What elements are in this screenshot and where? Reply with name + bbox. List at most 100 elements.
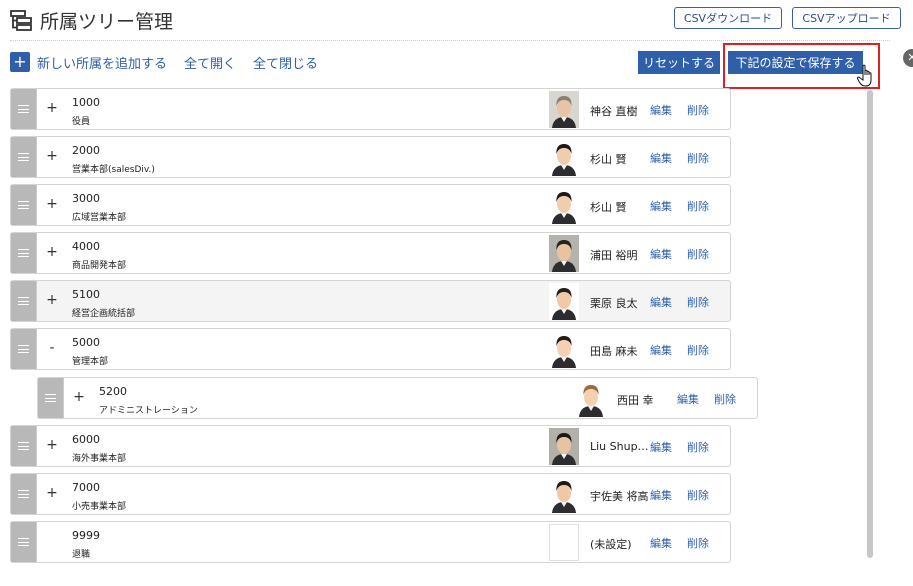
department-row[interactable]: +5100 経営企画統括部 栗原 良太 編集 削除 — [10, 280, 731, 322]
delete-link[interactable]: 削除 — [687, 198, 709, 214]
department-name: アドミニストレーション — [99, 406, 198, 416]
department-name: 小売事業本部 — [72, 502, 127, 512]
department-code: 4000 — [72, 240, 100, 253]
department-name: 役員 — [72, 117, 91, 127]
delete-link[interactable]: 削除 — [687, 487, 709, 503]
edit-link[interactable]: 編集 — [650, 342, 672, 358]
edit-link[interactable]: 編集 — [650, 246, 672, 262]
department-name: 海外事業本部 — [72, 454, 127, 464]
department-code: 7000 — [72, 481, 100, 494]
department-code: 5200 — [99, 385, 127, 398]
add-icon[interactable]: + — [10, 52, 30, 72]
department-name: 商品開発本部 — [72, 261, 127, 271]
delete-link[interactable]: 削除 — [687, 102, 709, 118]
edit-link[interactable]: 編集 — [650, 439, 672, 455]
drag-handle-icon[interactable] — [11, 137, 37, 177]
header-divider — [10, 40, 890, 41]
expand-toggle[interactable]: + — [45, 196, 59, 212]
delete-link[interactable]: 削除 — [687, 246, 709, 262]
expand-toggle[interactable]: + — [45, 100, 59, 116]
csv-upload-button[interactable]: CSVアップロード — [792, 7, 901, 29]
delete-link[interactable]: 削除 — [687, 535, 709, 551]
avatar — [549, 283, 579, 320]
edit-link[interactable]: 編集 — [650, 294, 672, 310]
manager-name: 杉山 賢 — [590, 153, 627, 166]
department-row[interactable]: +3000 広域営業本部 杉山 賢 編集 削除 — [10, 184, 731, 226]
manager-name: 杉山 賢 — [590, 201, 627, 214]
department-row[interactable]: +4000 商品開発本部 浦田 裕明 編集 削除 — [10, 232, 731, 274]
expand-all-link[interactable]: 全て開く — [184, 53, 236, 72]
department-name: 管理本部 — [72, 357, 109, 367]
expand-toggle[interactable]: + — [45, 485, 59, 501]
department-code: 2000 — [72, 144, 100, 157]
department-code: 5000 — [72, 336, 100, 349]
reset-button[interactable]: リセットする — [638, 51, 720, 74]
department-code: 6000 — [72, 433, 100, 446]
avatar — [549, 187, 579, 224]
department-row[interactable]: 9999 退職 (未設定) 編集 削除 — [10, 521, 731, 563]
drag-handle-icon[interactable] — [11, 89, 37, 129]
edit-link[interactable]: 編集 — [650, 102, 672, 118]
edit-link[interactable]: 編集 — [650, 198, 672, 214]
delete-link[interactable]: 削除 — [687, 150, 709, 166]
department-row[interactable]: +7000 小売事業本部 宇佐美 将高 編集 削除 — [10, 473, 731, 515]
drag-handle-icon[interactable] — [11, 522, 37, 562]
manager-name: 神谷 直樹 — [590, 105, 638, 118]
csv-download-button[interactable]: CSVダウンロード — [674, 7, 782, 29]
manager-name: 浦田 裕明 — [590, 249, 638, 262]
department-row[interactable]: +2000 営業本部(salesDiv.) 杉山 賢 編集 削除 — [10, 136, 731, 178]
avatar — [549, 428, 579, 465]
manager-name: Liu Shup… — [590, 440, 648, 453]
avatar — [549, 235, 579, 272]
add-department-link[interactable]: 新しい所属を追加する — [37, 53, 167, 72]
expand-toggle[interactable]: + — [45, 244, 59, 260]
drag-handle-icon[interactable] — [38, 378, 64, 418]
drag-handle-icon[interactable] — [11, 474, 37, 514]
department-code: 3000 — [72, 192, 100, 205]
edit-link[interactable]: 編集 — [650, 150, 672, 166]
department-code: 9999 — [72, 529, 100, 542]
delete-link[interactable]: 削除 — [687, 439, 709, 455]
delete-link[interactable]: 削除 — [714, 391, 736, 407]
edit-link[interactable]: 編集 — [677, 391, 699, 407]
toolbar: + 新しい所属を追加する 全て開く 全て閉じる — [10, 51, 335, 73]
department-row[interactable]: -5000 管理本部 田島 麻未 編集 削除 — [10, 328, 731, 370]
drag-handle-icon[interactable] — [11, 426, 37, 466]
manager-name: 西田 幸 — [617, 394, 654, 407]
collapse-all-link[interactable]: 全て閉じる — [253, 53, 318, 72]
drag-handle-icon[interactable] — [11, 185, 37, 225]
page-header: 所属ツリー管理 — [10, 6, 173, 34]
avatar — [549, 524, 579, 561]
avatar — [549, 331, 579, 368]
drag-handle-icon[interactable] — [11, 281, 37, 321]
tree-icon — [10, 10, 32, 31]
department-row[interactable]: +6000 海外事業本部 Liu Shup… 編集 削除 — [10, 425, 731, 467]
department-name: 営業本部(salesDiv.) — [72, 165, 155, 175]
avatar — [549, 476, 579, 513]
department-code: 5100 — [72, 288, 100, 301]
expand-toggle[interactable]: - — [45, 340, 59, 356]
department-code: 1000 — [72, 96, 100, 109]
expand-toggle[interactable]: + — [45, 292, 59, 308]
department-row[interactable]: +1000 役員 神谷 直樹 編集 削除 — [10, 88, 731, 130]
scrollbar[interactable] — [867, 90, 873, 558]
page-title: 所属ツリー管理 — [40, 10, 174, 33]
delete-link[interactable]: 削除 — [687, 294, 709, 310]
department-name: 広域営業本部 — [72, 213, 127, 223]
edit-link[interactable]: 編集 — [650, 535, 672, 551]
department-name: 経営企画統括部 — [72, 309, 136, 319]
close-icon[interactable]: ✕ — [903, 49, 913, 67]
expand-toggle[interactable]: + — [72, 389, 86, 405]
drag-handle-icon[interactable] — [11, 329, 37, 369]
avatar — [549, 91, 579, 128]
delete-link[interactable]: 削除 — [687, 342, 709, 358]
department-row[interactable]: +5200 アドミニストレーション 西田 幸 編集 削除 — [37, 377, 758, 419]
expand-toggle[interactable]: + — [45, 148, 59, 164]
manager-name: (未設定) — [590, 538, 632, 551]
drag-handle-icon[interactable] — [11, 233, 37, 273]
expand-toggle[interactable]: + — [45, 437, 59, 453]
department-name: 退職 — [72, 550, 91, 560]
manager-name: 栗原 良太 — [590, 297, 638, 310]
avatar — [576, 380, 606, 417]
edit-link[interactable]: 編集 — [650, 487, 672, 503]
